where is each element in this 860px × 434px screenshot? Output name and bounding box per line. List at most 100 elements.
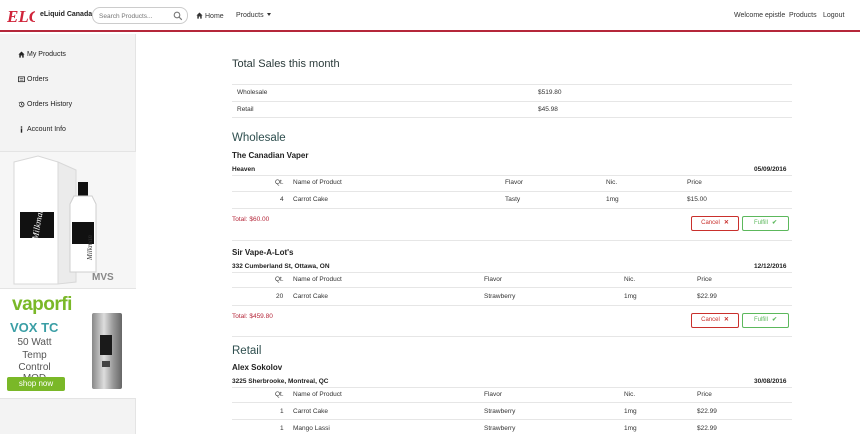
ad-line-1: 50 Watt — [17, 337, 52, 348]
cancel-order-button[interactable]: Cancel ✕ — [691, 313, 739, 328]
section-heading-retail: Retail — [232, 345, 262, 357]
table-header: Flavor — [484, 276, 503, 283]
divider — [232, 84, 792, 85]
search-box — [92, 7, 188, 24]
table-header: Name of Product — [293, 179, 342, 186]
divider — [232, 272, 792, 273]
page-title: Total Sales this month — [232, 58, 340, 70]
svg-text:Milkman: Milkman — [86, 235, 94, 261]
home-icon — [18, 51, 25, 58]
table-header: Price — [697, 391, 712, 398]
item-nic: 1mg — [624, 408, 637, 415]
table-header: Qt. — [275, 179, 284, 186]
logout-link[interactable]: Logout — [823, 12, 844, 19]
search-icon[interactable] — [173, 11, 183, 21]
customer-address: 332 Cumberland St, Ottawa, ON — [232, 263, 330, 270]
table-header: Price — [697, 276, 712, 283]
summary-label: Wholesale — [237, 89, 268, 96]
check-icon: ✔ — [771, 317, 778, 323]
item-price: $15.00 — [687, 196, 707, 203]
item-product: Carrot Cake — [293, 196, 329, 203]
vape-mod-image — [92, 313, 122, 389]
divider — [232, 240, 792, 241]
table-header: Nic. — [606, 179, 618, 186]
item-flavor: Strawberry — [484, 293, 516, 300]
cancel-label: Cancel — [701, 220, 720, 226]
customer-name: Sir Vape-A-Lot's — [232, 248, 294, 257]
cart-icon — [18, 76, 25, 83]
item-flavor: Strawberry — [484, 425, 516, 432]
table-header: Flavor — [505, 179, 524, 186]
home-icon — [196, 12, 203, 19]
sidebar-item-account-info[interactable]: Account Info — [0, 117, 136, 142]
cancel-order-button[interactable]: Cancel ✕ — [691, 216, 739, 231]
divider — [232, 191, 792, 192]
order-date: 05/09/2016 — [754, 166, 787, 173]
search-input[interactable] — [99, 11, 171, 21]
order-date: 30/08/2016 — [754, 378, 787, 385]
section-heading-wholesale: Wholesale — [232, 132, 286, 144]
item-product: Mango Lassi — [293, 425, 330, 432]
item-price: $22.99 — [697, 425, 717, 432]
brand-name[interactable]: eLiquid Canada — [40, 11, 92, 18]
divider — [232, 287, 792, 288]
divider — [232, 336, 792, 337]
cancel-label: Cancel — [701, 317, 720, 323]
customer-address: Heaven — [232, 166, 256, 173]
item-qty: 1 — [280, 408, 284, 415]
item-product: Carrot Cake — [293, 293, 329, 300]
fulfill-label: Fulfill — [753, 317, 768, 323]
sidebar-item-orders-history[interactable]: Orders History — [0, 92, 136, 117]
shop-now-button[interactable]: shop now — [7, 377, 65, 391]
ad-banner-vaporfi[interactable]: vaporfi VOX TC 50 Watt Temp Control MOD … — [0, 288, 136, 399]
divider — [232, 101, 792, 102]
svg-text:MVS: MVS — [92, 272, 114, 283]
item-product: Carrot Cake — [293, 408, 329, 415]
welcome-user[interactable]: Welcome epistle — [734, 12, 785, 19]
nav-home-link[interactable]: Home — [196, 12, 224, 20]
divider — [232, 175, 792, 176]
customer-name: Alex Sokolov — [232, 363, 283, 372]
item-qty: 4 — [280, 196, 284, 203]
order-date: 12/12/2016 — [754, 263, 787, 270]
sidebar-item-my-products[interactable]: My Products — [0, 42, 136, 67]
sidebar-item-label: Account Info — [27, 126, 66, 133]
main-content: Total Sales this month Wholesale $519.80… — [232, 34, 792, 434]
elc-logo[interactable]: ELC — [7, 6, 35, 26]
nav-home-label: Home — [205, 13, 224, 20]
close-icon: ✕ — [723, 317, 729, 323]
ad-line-2: Temp — [22, 350, 47, 361]
fulfill-order-button[interactable]: Fulfill ✔ — [742, 313, 789, 328]
item-nic: 1mg — [606, 196, 619, 203]
table-header: Name of Product — [293, 276, 342, 283]
check-icon: ✔ — [771, 220, 778, 226]
sidebar-item-label: Orders — [27, 76, 49, 83]
divider — [232, 419, 792, 420]
milkman-product-image: Milkman Milkman MVS — [0, 152, 136, 288]
divider — [232, 402, 792, 403]
divider — [232, 305, 792, 306]
ad-banner-milkman[interactable]: Milkman Milkman MVS — [0, 151, 136, 288]
sidebar-item-orders[interactable]: Orders — [0, 67, 136, 92]
ad-headline: VOX TC — [10, 320, 59, 335]
customer-address: 3225 Sherbrooke, Montreal, QC — [232, 378, 329, 385]
sidebar-item-label: My Products — [27, 51, 66, 58]
close-icon: ✕ — [723, 220, 729, 226]
top-navbar: ELC eLiquid Canada Home Products Welcome… — [0, 0, 860, 32]
item-qty: 1 — [280, 425, 284, 432]
nav-products-link[interactable]: Products — [789, 12, 817, 19]
history-icon — [18, 101, 25, 108]
svg-text:ELC: ELC — [7, 7, 35, 26]
info-icon — [20, 126, 23, 133]
item-price: $22.99 — [697, 408, 717, 415]
table-header: Name of Product — [293, 391, 342, 398]
fulfill-label: Fulfill — [753, 220, 768, 226]
table-header: Nic. — [624, 276, 636, 283]
item-nic: 1mg — [624, 293, 637, 300]
fulfill-order-button[interactable]: Fulfill ✔ — [742, 216, 789, 231]
nav-products-dropdown[interactable]: Products — [236, 12, 271, 19]
sidebar-item-label: Orders History — [27, 101, 73, 108]
nav-products-label: Products — [236, 12, 264, 19]
table-header: Flavor — [484, 391, 503, 398]
item-qty: 20 — [276, 293, 284, 300]
